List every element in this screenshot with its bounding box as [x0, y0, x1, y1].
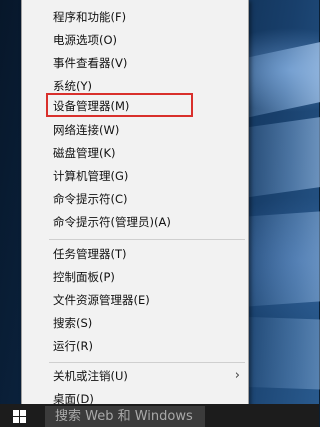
- menu-item-network-connections[interactable]: 网络连接(W): [22, 119, 248, 141]
- menu-item-event-viewer[interactable]: 事件查看器(V): [22, 52, 248, 74]
- menu-item-control-panel[interactable]: 控制面板(P): [22, 266, 248, 288]
- menu-item-label: 关机或注销(U): [53, 369, 128, 383]
- menu-item-run[interactable]: 运行(R): [22, 335, 248, 357]
- menu-item-computer-management[interactable]: 计算机管理(G): [22, 165, 248, 187]
- taskbar-search-box[interactable]: 搜索 Web 和 Windows: [45, 406, 205, 427]
- menu-item-disk-management[interactable]: 磁盘管理(K): [22, 142, 248, 164]
- menu-item-power-options[interactable]: 电源选项(O): [22, 29, 248, 51]
- menu-item-shutdown-or-sign-out[interactable]: 关机或注销(U) ›: [22, 365, 248, 387]
- menu-item-command-prompt[interactable]: 命令提示符(C): [22, 188, 248, 210]
- menu-item-search[interactable]: 搜索(S): [22, 312, 248, 334]
- menu-item-command-prompt-admin[interactable]: 命令提示符(管理员)(A): [22, 211, 248, 233]
- menu-item-task-manager[interactable]: 任务管理器(T): [22, 243, 248, 265]
- menu-item-device-manager[interactable]: 设备管理器(M): [22, 95, 248, 117]
- menu-separator: [49, 239, 245, 240]
- menu-separator: [49, 362, 245, 363]
- quick-link-menu: 程序和功能(F) 电源选项(O) 事件查看器(V) 系统(Y) 设备管理器(M)…: [21, 0, 249, 413]
- menu-item-system[interactable]: 系统(Y): [22, 75, 248, 97]
- start-button[interactable]: [0, 404, 40, 427]
- menu-item-file-explorer[interactable]: 文件资源管理器(E): [22, 289, 248, 311]
- menu-item-programs-and-features[interactable]: 程序和功能(F): [22, 6, 248, 28]
- chevron-right-icon: ›: [234, 368, 240, 383]
- taskbar: 搜索 Web 和 Windows: [0, 404, 319, 427]
- windows-logo-icon: [13, 409, 27, 424]
